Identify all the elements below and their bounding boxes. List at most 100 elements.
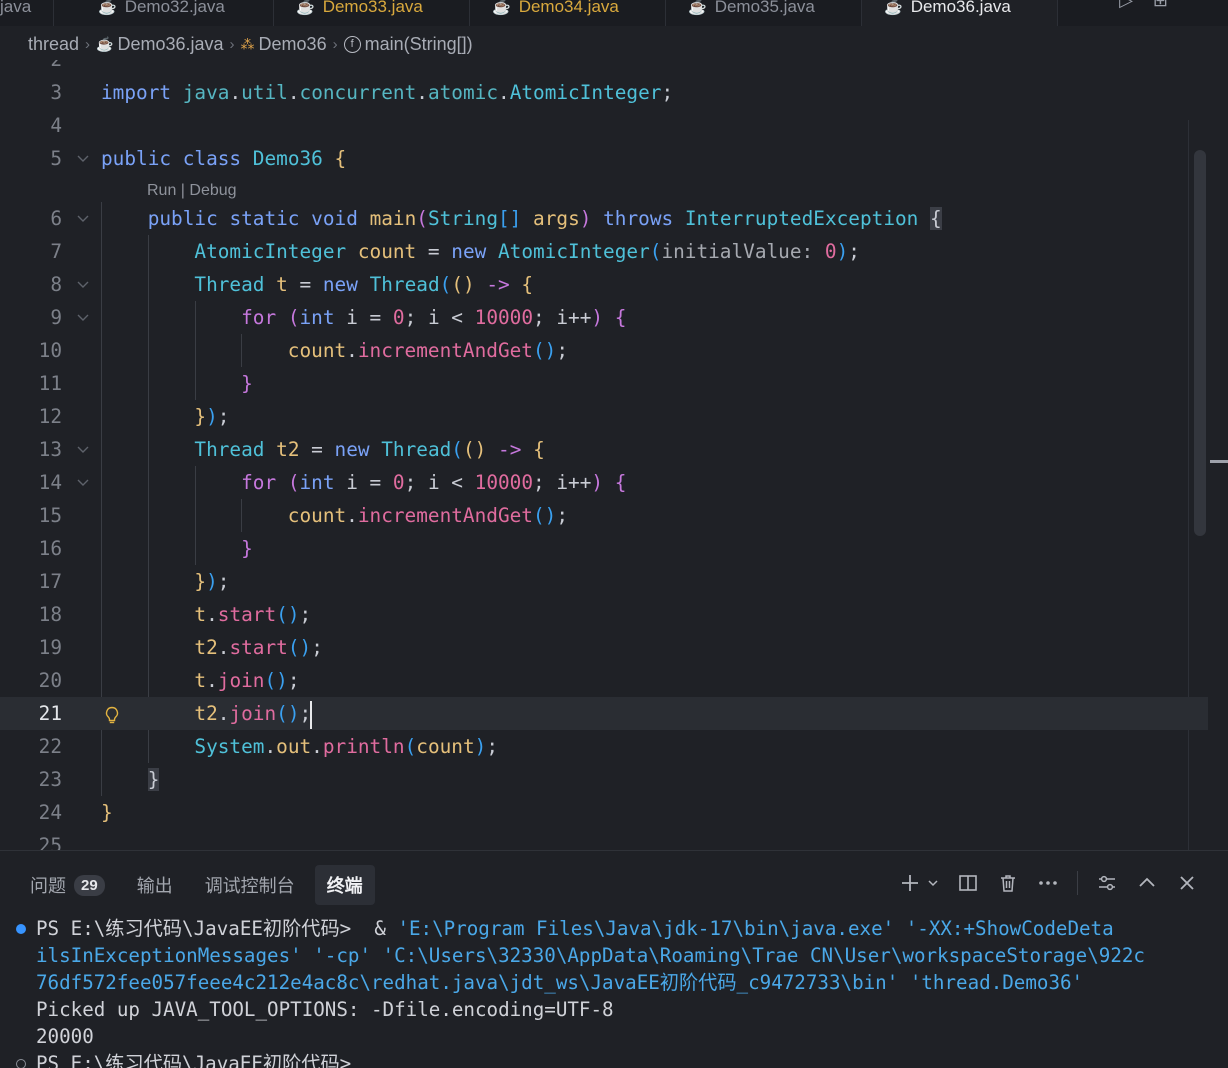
code-line[interactable]: 21 t2.join();: [0, 697, 1208, 730]
code-line[interactable]: 5 public class Demo36 {: [0, 142, 1208, 175]
code-line[interactable]: 18 t.start();: [0, 598, 1208, 631]
code-token: .: [416, 81, 428, 104]
code-text: AtomicInteger count = new AtomicInteger(…: [101, 235, 860, 268]
panel-tab-label: 输出: [136, 876, 173, 896]
code-line[interactable]: 20 t.join();: [0, 664, 1208, 697]
code-token: }: [194, 570, 207, 593]
code-token: t2: [194, 702, 218, 725]
editor-tab[interactable]: ☕ Demo35.java: [666, 0, 862, 26]
code-token: (): [532, 504, 557, 527]
code-line[interactable]: 13 Thread t2 = new Thread(() -> {: [0, 433, 1208, 466]
panel-tab[interactable]: 终端: [314, 865, 375, 905]
code-line[interactable]: 7 AtomicInteger count = new AtomicIntege…: [0, 235, 1208, 268]
more-icon[interactable]: [1037, 871, 1059, 895]
editor-tab-label: Demo33.java: [322, 0, 423, 16]
code-line[interactable]: 16 }: [0, 532, 1208, 565]
panel-tab[interactable]: 输出: [125, 865, 185, 905]
editor-tab[interactable]: ☕ Demo36.java: [862, 0, 1058, 26]
panel-tab[interactable]: 问题 29: [18, 865, 117, 905]
editor-tab[interactable]: java: [0, 0, 54, 26]
code-token: {: [533, 438, 545, 461]
line-number: 9: [50, 306, 62, 329]
code-token: (: [287, 471, 300, 494]
terminal-text: 20000: [36, 1025, 94, 1048]
breadcrumb-folder[interactable]: thread: [28, 34, 79, 55]
code-token: start: [229, 636, 288, 659]
run-icon[interactable]: ▷: [1119, 0, 1133, 11]
code-token: {: [334, 147, 347, 170]
code-line[interactable]: 8 Thread t = new Thread(() -> {: [0, 268, 1208, 301]
line-number: 13: [38, 438, 62, 461]
code-text: });: [101, 400, 229, 433]
line-number: 15: [38, 504, 62, 527]
code-token: {: [930, 207, 942, 230]
breadcrumb-file[interactable]: Demo36.java: [117, 34, 223, 55]
code-line[interactable]: 15 count.incrementAndGet();: [0, 499, 1208, 532]
code-token: .: [206, 603, 218, 626]
code-token: .: [206, 669, 218, 692]
code-line[interactable]: 12 });: [0, 400, 1208, 433]
command-pending-dot-icon[interactable]: [16, 1059, 26, 1068]
code-line[interactable]: 2: [0, 60, 1208, 76]
code-token: ;: [556, 339, 569, 362]
code-token: ): [579, 207, 592, 230]
code-line[interactable]: 19 t2.start();: [0, 631, 1208, 664]
java-file-icon: ☕: [98, 0, 117, 16]
code-token: incrementAndGet: [357, 339, 533, 362]
code-token: join: [217, 669, 265, 692]
code-text: import java.util.concurrent.atomic.Atomi…: [101, 76, 673, 109]
code-token: import: [101, 81, 172, 104]
code-token: t2: [194, 636, 218, 659]
java-file-icon: ☕: [296, 0, 315, 16]
code-line[interactable]: 11 }: [0, 367, 1208, 400]
codelens-run-debug[interactable]: Run | Debug: [147, 178, 237, 204]
maximize-icon[interactable]: [1136, 871, 1158, 895]
code-line[interactable]: 25: [0, 829, 1208, 850]
split-icon[interactable]: [957, 871, 979, 895]
terminal[interactable]: PS E:\练习代码\JavaEE初阶代码> & 'E:\Program Fil…: [0, 913, 1228, 1068]
code-line[interactable]: 9 for (int i = 0; i < 10000; i++) {: [0, 301, 1208, 334]
editor-tab-label: Demo36.java: [910, 0, 1011, 16]
code-line[interactable]: 3 import java.util.concurrent.atomic.Atom…: [0, 76, 1208, 109]
settings-sliders-icon[interactable]: [1096, 871, 1118, 895]
terminal-command-args: 76df572fee057feee4c212e4ac8c\redhat.java…: [36, 971, 1084, 994]
editor-tab[interactable]: ☕ Demo33.java: [274, 0, 470, 26]
code-line[interactable]: 14 for (int i = 0; i < 10000; i++) {: [0, 466, 1208, 499]
code-editor[interactable]: 23import java.util.concurrent.atomic.Ato…: [0, 60, 1228, 850]
code-token: start: [217, 603, 277, 626]
add-icon[interactable]: [899, 871, 921, 895]
chevron-down-icon[interactable]: [927, 871, 939, 895]
code-text: });: [101, 565, 229, 598]
chevron-right-icon: ›: [229, 35, 235, 53]
code-text: }: [101, 763, 160, 796]
split-editor-icon[interactable]: ⊞: [1153, 0, 1168, 11]
code-token: ; i <: [404, 306, 475, 329]
code-line[interactable]: 24}: [0, 796, 1208, 829]
code-line[interactable]: 10 count.incrementAndGet();: [0, 334, 1208, 367]
code-line[interactable]: 17 });: [0, 565, 1208, 598]
code-token: ): [591, 471, 604, 494]
line-number: 2: [0, 60, 62, 76]
code-token: AtomicInteger: [194, 240, 347, 263]
command-success-dot-icon[interactable]: [16, 924, 26, 934]
code-line[interactable]: 4: [0, 109, 1208, 142]
breadcrumb-method[interactable]: main(String[]): [365, 34, 473, 55]
panel-tab[interactable]: 调试控制台: [193, 865, 307, 905]
panel-tabs: 问题 29 输出 调试控制台 终端: [18, 865, 383, 905]
terminal-command-args: ilsInExceptionMessages' '-cp' 'C:\Users\…: [36, 944, 1145, 967]
trash-icon[interactable]: [997, 871, 1019, 895]
code-line[interactable]: 6 public static void main(String[] args)…: [0, 202, 1208, 235]
editor-tab[interactable]: ☕ Demo34.java: [470, 0, 666, 26]
code-token: int: [299, 471, 335, 494]
code-line[interactable]: 23 }: [0, 763, 1208, 796]
close-icon[interactable]: [1176, 871, 1198, 895]
fold-chevron-icon[interactable]: [76, 142, 90, 188]
code-line[interactable]: 22 System.out.println(count);: [0, 730, 1208, 763]
breadcrumb-class[interactable]: Demo36: [259, 34, 327, 55]
editor-tab[interactable]: ☕ Demo32.java: [76, 0, 274, 26]
